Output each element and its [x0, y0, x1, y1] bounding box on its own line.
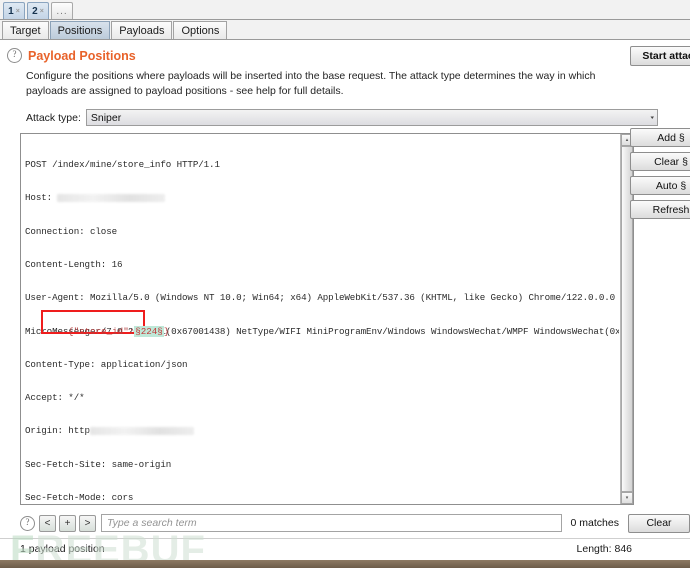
request-line: Accept: */* [25, 392, 85, 404]
body-prefix: {"store_id": [68, 326, 135, 337]
clear-markers-button[interactable]: Clear § [630, 152, 690, 171]
attack-tab-label: 2 [32, 5, 38, 17]
search-next-button[interactable]: > [79, 514, 96, 532]
refresh-button[interactable]: Refresh [630, 200, 690, 219]
close-icon[interactable]: × [40, 8, 44, 15]
auto-markers-button[interactable]: Auto § [630, 176, 690, 195]
search-input[interactable]: Type a search term [101, 514, 562, 532]
search-prev-button[interactable]: < [39, 514, 56, 532]
request-length: Length: 846 [576, 543, 632, 555]
attack-tab-more[interactable]: ... [51, 2, 73, 19]
tab-payloads[interactable]: Payloads [111, 21, 173, 39]
search-bar: ? < + > Type a search term 0 matches Cle… [20, 513, 690, 533]
tab-label: Target [10, 24, 41, 37]
panel-header: ? Payload Positions Configure the positi… [0, 40, 690, 99]
tab-label: Options [181, 24, 220, 37]
attack-tab-1[interactable]: 1 × [3, 2, 25, 19]
add-marker-button[interactable]: Add § [630, 128, 690, 147]
payload-position-count: 1 payload position [20, 543, 105, 555]
page-title: Payload Positions [28, 48, 136, 63]
footer-strip [0, 560, 690, 568]
request-line: Connection: close [25, 225, 118, 237]
search-help-icon[interactable]: ? [20, 515, 35, 531]
panel-description: Configure the positions where payloads w… [26, 70, 596, 97]
request-editor-panel[interactable]: POST /index/mine/store_info HTTP/1.1 Hos… [20, 133, 634, 505]
attack-type-value: Sniper [90, 111, 122, 124]
attack-type-select[interactable]: Sniper ▾ [85, 109, 658, 126]
body-suffix: } [163, 326, 170, 337]
help-icon[interactable]: ? [7, 48, 22, 63]
search-add-button[interactable]: + [59, 514, 76, 532]
request-line-text: Host: [25, 192, 58, 204]
status-bar: 1 payload position Length: 846 [0, 538, 690, 561]
attack-type-label: Attack type: [26, 111, 81, 124]
start-attack-button[interactable]: Start attack [630, 46, 690, 66]
request-line: POST /index/mine/store_info HTTP/1.1 [25, 159, 220, 171]
request-line: Content-Type: application/json [25, 358, 188, 370]
request-line-text: Origin: http [25, 425, 90, 437]
intruder-tab-strip[interactable]: Target Positions Payloads Options [0, 20, 690, 40]
attack-type-row: Attack type: Sniper ▾ [26, 109, 690, 126]
payload-marker[interactable]: §224§ [134, 326, 164, 337]
scroll-down-icon[interactable]: ▾ [621, 492, 633, 504]
attack-tab-strip[interactable]: 1 × 2 × ... [0, 0, 690, 20]
tab-options[interactable]: Options [173, 21, 228, 39]
redaction-block [57, 194, 166, 203]
request-line: Content-Length: 16 [25, 259, 123, 271]
clear-search-button[interactable]: Clear [628, 513, 690, 533]
more-tabs-label: ... [56, 5, 68, 17]
tab-label: Positions [57, 24, 103, 37]
request-line: User-Agent: Mozilla/5.0 (Windows NT 10.0… [25, 292, 616, 304]
chevron-down-icon: ▾ [650, 114, 655, 121]
redaction-block [89, 427, 194, 436]
tab-positions[interactable]: Positions [49, 21, 111, 39]
request-line: Sec-Fetch-Site: same-origin [25, 458, 172, 470]
payload-marker-buttons: Add § Clear § Auto § Refresh [630, 128, 690, 219]
attack-tab-label: 1 [8, 5, 14, 17]
request-line: Sec-Fetch-Mode: cors [25, 492, 134, 503]
tab-target[interactable]: Target [2, 21, 49, 39]
request-line: Origin: http [25, 425, 619, 436]
attack-tab-2[interactable]: 2 × [27, 2, 49, 19]
match-count: 0 matches [570, 517, 619, 529]
tab-label: Payloads [119, 24, 165, 37]
close-icon[interactable]: × [16, 8, 20, 15]
request-line: Host: [25, 192, 619, 203]
request-body-line[interactable]: {"store_id":§224§} [46, 315, 169, 348]
